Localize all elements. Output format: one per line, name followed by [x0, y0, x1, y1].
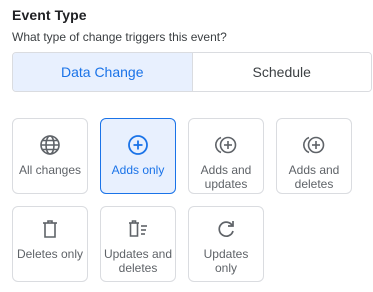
- globe-icon: [40, 135, 60, 155]
- option-deletes-only[interactable]: Deletes only: [12, 206, 88, 282]
- option-label: All changes: [18, 163, 82, 177]
- option-adds-and-deletes[interactable]: Adds and deletes: [276, 118, 352, 194]
- option-all-changes[interactable]: All changes: [12, 118, 88, 194]
- option-label: Updates only: [203, 247, 249, 275]
- trash-list-icon: [129, 220, 147, 237]
- refresh-icon: [218, 221, 234, 237]
- trigger-mode-toggle: Data Change Schedule: [12, 52, 372, 92]
- add-update-icon: [303, 136, 325, 154]
- add-update-icon: [215, 136, 237, 154]
- option-label: Deletes only: [16, 247, 84, 261]
- section-title: Event Type: [12, 7, 87, 23]
- trash-icon: [43, 220, 57, 238]
- event-type-panel: Event Type What type of change triggers …: [0, 0, 373, 292]
- schedule-button[interactable]: Schedule: [191, 53, 371, 91]
- option-adds-and-updates[interactable]: Adds and updates: [188, 118, 264, 194]
- option-updates-only[interactable]: Updates only: [188, 206, 264, 282]
- option-label: Adds only: [111, 163, 165, 177]
- option-label: Adds and deletes: [288, 163, 340, 191]
- section-subtitle: What type of change triggers this event?: [12, 30, 227, 44]
- data-change-button[interactable]: Data Change: [13, 53, 192, 91]
- option-label: Updates and deletes: [103, 247, 173, 275]
- add-circle-icon: [128, 135, 148, 155]
- option-updates-and-deletes[interactable]: Updates and deletes: [100, 206, 176, 282]
- option-label: Adds and updates: [200, 163, 252, 191]
- option-adds-only[interactable]: Adds only: [100, 118, 176, 194]
